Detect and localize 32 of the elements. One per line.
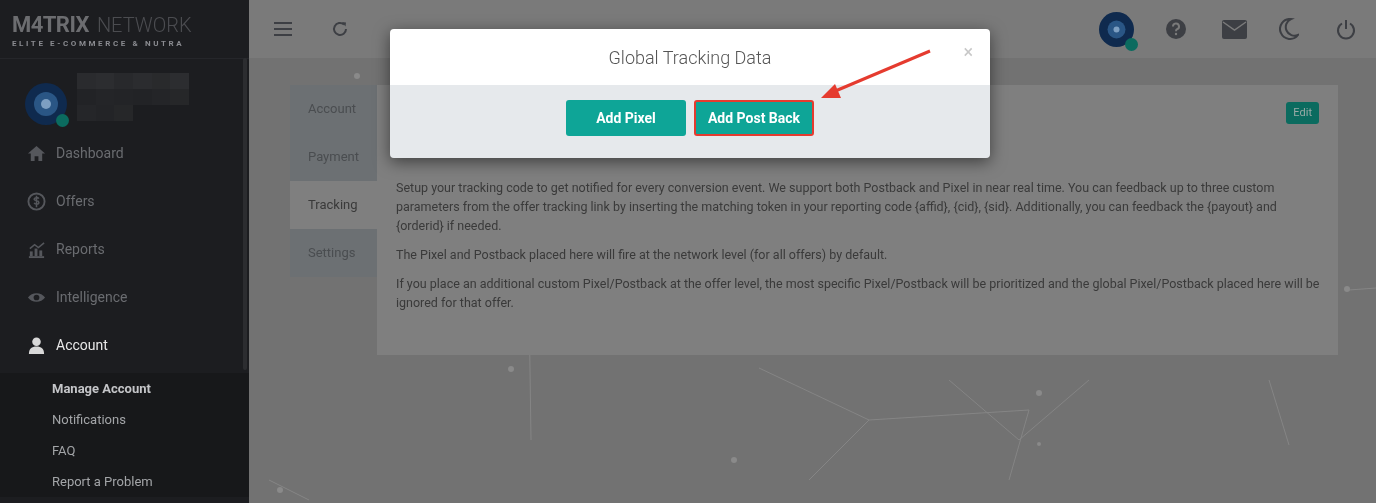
chart-icon (27, 239, 46, 259)
paragraph: The Pixel and Postback placed here will fire at the network level (for all offers) by default. (396, 246, 889, 264)
paragraph: Setup your tracking code to get notified for every conversion event. We support both Postback and Pixel in near real time. You can feedback up to three custom parameters from the offer tracking link by inserting the matching token in your reporting code {affid}, {cid}, {sid}. Additionally, you can feedback the {payout} and {orderid} if needed. (396, 179, 1278, 235)
sidebar-item[interactable]: Dashboard (0, 129, 249, 177)
edit-button[interactable]: Edit (1286, 102, 1319, 124)
modal-button[interactable]: Add Pixel (566, 100, 686, 136)
sidebar-item[interactable]: Account (0, 321, 249, 369)
moon-icon[interactable] (1279, 18, 1299, 40)
sidebar-item[interactable]: Offers (0, 177, 249, 225)
submenu-item[interactable]: Manage Account (0, 373, 249, 404)
dollar-icon (27, 191, 46, 211)
menu-icon[interactable] (273, 21, 293, 37)
submenu-item[interactable]: FAQ (0, 435, 249, 466)
modal-button[interactable]: Add Post Back (694, 100, 814, 136)
sidebar-item[interactable]: Reports (0, 225, 249, 273)
brand-name: M4TRIX (12, 14, 89, 36)
sidebar-item[interactable]: Intelligence (0, 273, 249, 321)
brand-tagline: ELITE E-COMMERCE & NUTRA (12, 38, 186, 50)
user-icon (27, 335, 46, 355)
tab[interactable]: Tracking (290, 181, 377, 229)
help-icon[interactable] (1166, 19, 1186, 39)
avatar[interactable] (1099, 11, 1134, 47)
modal-title: Global Tracking Data (608, 45, 772, 70)
close-button[interactable]: × (963, 43, 973, 61)
submenu-item[interactable]: Report a Problem (0, 466, 249, 497)
home-icon (27, 143, 46, 163)
avatar (25, 83, 67, 125)
power-icon[interactable] (1336, 18, 1356, 40)
refresh-icon[interactable] (331, 20, 349, 38)
mail-icon[interactable] (1222, 19, 1247, 39)
paragraph: If you place an additional custom Pixel/Postback at the offer level, the most specific Pixel/Postback will be prioritized and the global Pixel/Postback placed here will be ignored for that offer. (396, 275, 1320, 312)
submenu-item[interactable]: Notifications (0, 404, 249, 435)
